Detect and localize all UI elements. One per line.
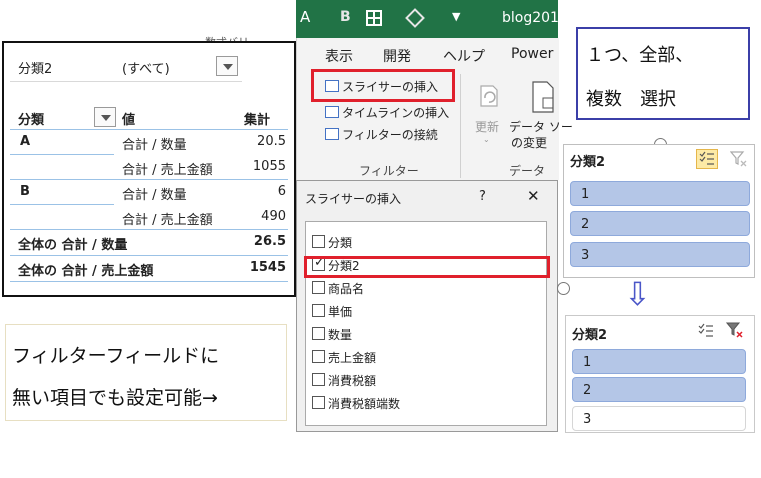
callout-box: １つ、全部、 複数 選択 — [576, 27, 750, 120]
resize-handle[interactable] — [557, 282, 570, 295]
row-category: A — [20, 134, 31, 149]
field-label: 数量 — [328, 328, 353, 342]
group-separator — [460, 74, 461, 178]
title-bar: A B ▼ blog2019 — [296, 0, 568, 38]
clear-filter-icon[interactable] — [726, 322, 744, 338]
field-label: 商品名 — [328, 282, 365, 296]
customize-quick-access-icon[interactable]: ▼ — [452, 10, 460, 23]
row-value-label: 合計 / 売上金額 — [122, 213, 213, 228]
row-total: 6 — [277, 184, 286, 199]
change-source-button[interactable]: データ ソー — [509, 118, 573, 135]
grand-total-value: 26.5 — [253, 234, 286, 249]
row-divider — [10, 229, 288, 230]
header-category: 分類 — [18, 113, 45, 128]
row-divider — [10, 204, 114, 205]
row-divider — [10, 255, 288, 256]
header-value: 値 — [122, 113, 136, 128]
checkbox[interactable] — [312, 350, 325, 363]
slicer-item[interactable]: 3 — [570, 242, 750, 267]
note-line-2: 無い項目でも設定可能→ — [12, 387, 218, 409]
multi-select-icon[interactable] — [696, 149, 718, 169]
refresh-icon[interactable] — [475, 80, 503, 110]
group-data-label: データ — [509, 164, 546, 178]
field-label: 分類 — [328, 236, 353, 250]
timeline-icon — [325, 106, 339, 118]
checkbox[interactable] — [312, 327, 325, 340]
row-category: B — [20, 184, 30, 199]
callout-line-1: １つ、全部、 — [586, 45, 694, 66]
row-divider — [10, 154, 114, 155]
dialog-title: スライサーの挿入 — [305, 192, 402, 206]
highlight-insert-slicer — [311, 69, 455, 102]
checkbox[interactable] — [312, 373, 325, 386]
close-icon[interactable]: ✕ — [527, 187, 540, 205]
slicer-title: 分類2 — [570, 155, 606, 170]
row-divider — [10, 179, 288, 180]
row-value-label: 合計 / 売上金額 — [122, 163, 213, 178]
note-box: フィルターフィールドに 無い項目でも設定可能→ — [5, 324, 287, 421]
field-list: 分類 ✓ 分類2 商品名 単価 数量 売上金額 消費税額 消費税額端数 — [304, 221, 550, 426]
border-icon[interactable] — [366, 10, 382, 26]
row-value-label: 合計 / 数量 — [122, 138, 187, 153]
grand-total-label: 全体の 合計 / 売上金額 — [18, 264, 154, 279]
checkbox[interactable] — [312, 396, 325, 409]
clear-filter-icon[interactable] — [730, 151, 748, 167]
highlight-field-row — [304, 256, 550, 278]
bold-button[interactable]: B — [340, 9, 351, 25]
slicer-top: 分類2 1 2 3 — [563, 144, 755, 278]
grand-total-value: 1545 — [249, 260, 286, 275]
font-color-button[interactable]: A — [300, 8, 310, 26]
row-total: 490 — [261, 209, 286, 224]
insert-slicer-dialog: スライサーの挿入 ? ✕ 分類 ✓ 分類2 商品名 単価 数量 売上金額 消費税… — [296, 180, 558, 432]
field-label: 単価 — [328, 305, 353, 319]
field-label: 消費税額 — [328, 374, 377, 388]
checkbox[interactable] — [312, 235, 325, 248]
filter-field-label: 分類2 — [18, 62, 53, 77]
tab-help[interactable]: ヘルプ — [443, 46, 485, 66]
slicer-item[interactable]: 2 — [570, 211, 750, 236]
row-divider — [10, 281, 288, 282]
header-underline — [10, 129, 288, 130]
row-value-label: 合計 / 数量 — [122, 188, 187, 203]
pivot-table: 分類2 (すべて) 分類 値 集計 A 合計 / 数量 20.5 合計 / 売上… — [2, 41, 296, 297]
change-source-icon[interactable] — [529, 80, 557, 114]
filter-underline — [10, 81, 242, 82]
slicer-item[interactable]: 3 — [572, 406, 746, 431]
slicer-item[interactable]: 2 — [572, 377, 746, 402]
tab-view[interactable]: 表示 — [325, 46, 353, 66]
fill-color-icon[interactable] — [405, 8, 425, 28]
slicer-item[interactable]: 1 — [572, 349, 746, 374]
help-button[interactable]: ? — [479, 189, 486, 204]
checkbox[interactable] — [312, 281, 325, 294]
slicer-title: 分類2 — [572, 328, 608, 343]
row-total: 20.5 — [257, 134, 286, 149]
group-filter-label: フィルター — [359, 164, 419, 178]
filter-connections-icon — [325, 128, 339, 140]
ribbon: 表示 開発 ヘルプ Power スライサーの挿入 タイムラインの挿入 フィルター… — [296, 38, 573, 180]
slicer-item[interactable]: 1 — [570, 181, 750, 206]
checkbox[interactable] — [312, 304, 325, 317]
insert-timeline-button[interactable]: タイムラインの挿入 — [342, 104, 449, 121]
field-label: 売上金額 — [328, 351, 377, 365]
row-total: 1055 — [252, 159, 286, 174]
grand-total-label: 全体の 合計 / 数量 — [18, 238, 128, 253]
file-name: blog2019 — [502, 10, 568, 26]
header-total: 集計 — [244, 113, 271, 128]
callout-line-2: 複数 選択 — [586, 89, 676, 110]
refresh-button[interactable]: 更新 — [475, 118, 499, 135]
tab-power[interactable]: Power — [511, 46, 553, 62]
tab-developer[interactable]: 開発 — [383, 46, 411, 66]
filter-connections-button[interactable]: フィルターの接続 — [342, 126, 438, 143]
slicer-bottom: 分類2 1 2 3 — [565, 315, 755, 433]
change-source-button-line2[interactable]: の変更 — [511, 134, 547, 151]
category-dropdown-button[interactable] — [94, 107, 116, 127]
down-arrow-icon: ⇩ — [624, 275, 651, 313]
refresh-dropdown-icon[interactable]: ⌄ — [483, 135, 490, 144]
filter-value: (すべて) — [122, 62, 170, 77]
note-line-1: フィルターフィールドに — [12, 345, 220, 367]
field-label: 消費税額端数 — [328, 397, 401, 411]
multi-select-icon[interactable] — [696, 322, 716, 340]
filter-dropdown-button[interactable] — [216, 56, 238, 76]
